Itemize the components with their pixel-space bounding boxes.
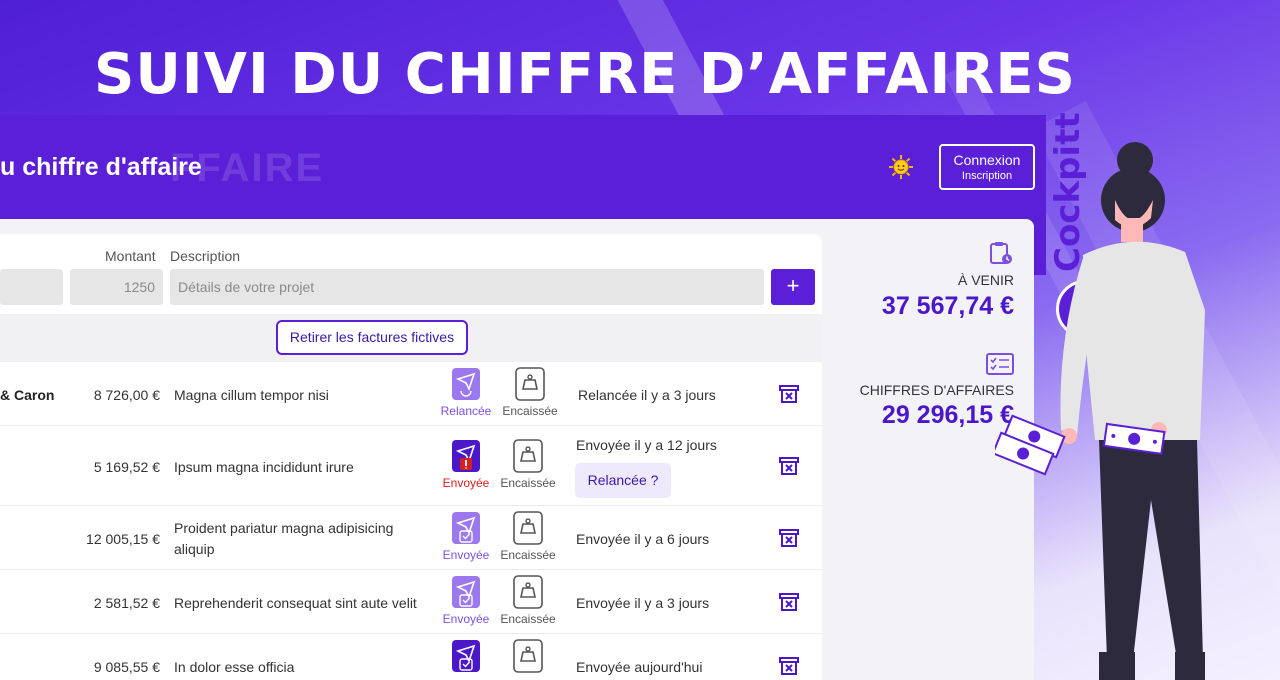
- page-title: u chiffre d'affaire: [0, 153, 202, 181]
- cash-register-icon: [515, 367, 545, 401]
- description-column-label: Description: [170, 248, 241, 264]
- paid-status-label: Encaissée: [500, 548, 556, 562]
- invoice-amount: 2 581,52 €: [93, 595, 160, 611]
- paid-status-label: Encaissée: [500, 476, 556, 490]
- sent-status[interactable]: Envoyée: [436, 575, 496, 626]
- paid-status[interactable]: Encaissée: [500, 367, 560, 418]
- filter-bar: Retirer les factures fictives: [0, 314, 822, 362]
- table-row: 2 581,52 € Reprehenderit consequat sint …: [0, 570, 822, 634]
- cash-register-icon: [513, 639, 543, 673]
- sent-status[interactable]: Envoyée: [436, 439, 496, 490]
- description-input[interactable]: Détails de votre projet: [170, 269, 764, 305]
- relance-plane-icon: [452, 368, 480, 400]
- invoice-amount: 5 169,52 €: [93, 459, 160, 475]
- sent-status-label: Envoyée: [442, 548, 490, 562]
- status-info: Envoyée aujourd'hui: [576, 659, 703, 675]
- client-input[interactable]: [0, 269, 63, 305]
- sent-check-plane-icon: [452, 576, 480, 608]
- banner-headline: SUIVI DU CHIFFRE D’AFFAIRES: [93, 42, 1076, 107]
- amount-column-label: Montant: [105, 248, 156, 264]
- add-invoice-button[interactable]: +: [771, 269, 815, 305]
- cash-register-icon: [513, 575, 543, 609]
- archive-delete-icon[interactable]: [778, 655, 800, 677]
- archive-delete-icon[interactable]: [778, 527, 800, 549]
- table-row: & Caron 8 726,00 € Magna cillum tempor n…: [0, 362, 822, 426]
- sent-status[interactable]: Relancée: [436, 367, 496, 418]
- amount-input[interactable]: 1250: [70, 269, 163, 305]
- status-info: Envoyée il y a 3 jours: [576, 595, 710, 611]
- sent-status[interactable]: Envoyée: [436, 511, 496, 562]
- table-row: 12 005,15 € Proident pariatur magna adip…: [0, 506, 822, 570]
- table-row: 9 085,55 € In dolor esse officia Envoyée…: [0, 634, 822, 680]
- invoice-description: Ipsum magna incididunt irure: [174, 459, 354, 475]
- sent-status[interactable]: [436, 639, 496, 676]
- sent-check-plane-icon: [452, 512, 480, 544]
- invoice-description: Reprehenderit consequat sint aute velit: [174, 595, 417, 611]
- remove-fictive-invoices-button[interactable]: Retirer les factures fictives: [276, 320, 468, 355]
- cash-register-icon: [513, 511, 543, 545]
- status-info: Envoyée il y a 6 jours: [576, 531, 710, 547]
- paid-status-label: Encaissée: [500, 612, 556, 626]
- invoice-amount: 12 005,15 €: [86, 531, 160, 547]
- table-row: 5 169,52 € Ipsum magna incididunt irure …: [0, 426, 822, 506]
- paid-status[interactable]: Encaissée: [498, 439, 558, 490]
- paid-status[interactable]: [498, 639, 558, 676]
- status-info: Relancée il y a 3 jours: [578, 387, 716, 403]
- invoice-description: In dolor esse officia: [174, 659, 295, 675]
- archive-delete-icon[interactable]: [778, 383, 800, 405]
- invoice-amount: 9 085,55 €: [93, 659, 160, 675]
- invoice-description: Magna cillum tempor nisi: [174, 387, 329, 403]
- theme-toggle-sun-icon[interactable]: [888, 154, 914, 180]
- relance-button[interactable]: Relancée ?: [575, 463, 671, 498]
- sent-alert-plane-icon: [452, 440, 480, 472]
- status-info: Envoyée il y a 12 jours: [576, 437, 717, 453]
- paid-status-label: Encaissée: [502, 404, 558, 418]
- sent-status-label: Envoyée: [442, 612, 490, 626]
- invoice-amount: 8 726,00 €: [93, 387, 160, 403]
- paid-status[interactable]: Encaissée: [498, 511, 558, 562]
- woman-illustration: [995, 142, 1205, 680]
- sent-status-label: Relancée: [440, 404, 492, 418]
- client-name: & Caron: [0, 387, 55, 403]
- paid-status[interactable]: Encaissée: [498, 575, 558, 626]
- cash-register-icon: [513, 439, 543, 473]
- sent-check-plane-icon: [452, 640, 480, 672]
- revenue-label: CHIFFRES D'AFFAIRES: [859, 382, 1014, 398]
- archive-delete-icon[interactable]: [778, 455, 800, 477]
- archive-delete-icon[interactable]: [778, 591, 800, 613]
- sent-status-label: Envoyée: [442, 476, 490, 490]
- invoice-card: Montant Description 1250 Détails de votr…: [0, 234, 822, 680]
- invoice-description: Proident pariatur magna adipisicing aliq…: [174, 520, 394, 557]
